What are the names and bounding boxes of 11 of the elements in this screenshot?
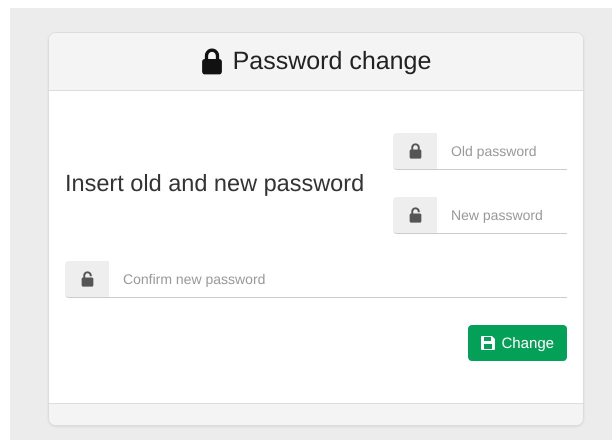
lock-icon	[200, 48, 223, 75]
password-field[interactable]: Old password	[437, 133, 567, 169]
unlocked-lock-icon	[408, 207, 422, 223]
save-icon	[481, 336, 496, 350]
password-field[interactable]: New password	[437, 197, 567, 233]
panel-title: Password change	[232, 47, 432, 76]
change-button[interactable]: Change	[468, 325, 567, 361]
lock-icon	[408, 143, 422, 159]
password-field[interactable]: Confirm new password	[109, 261, 567, 297]
unlocked-lock-icon	[80, 271, 94, 287]
prompt-text: Insert old and new password	[65, 170, 364, 197]
